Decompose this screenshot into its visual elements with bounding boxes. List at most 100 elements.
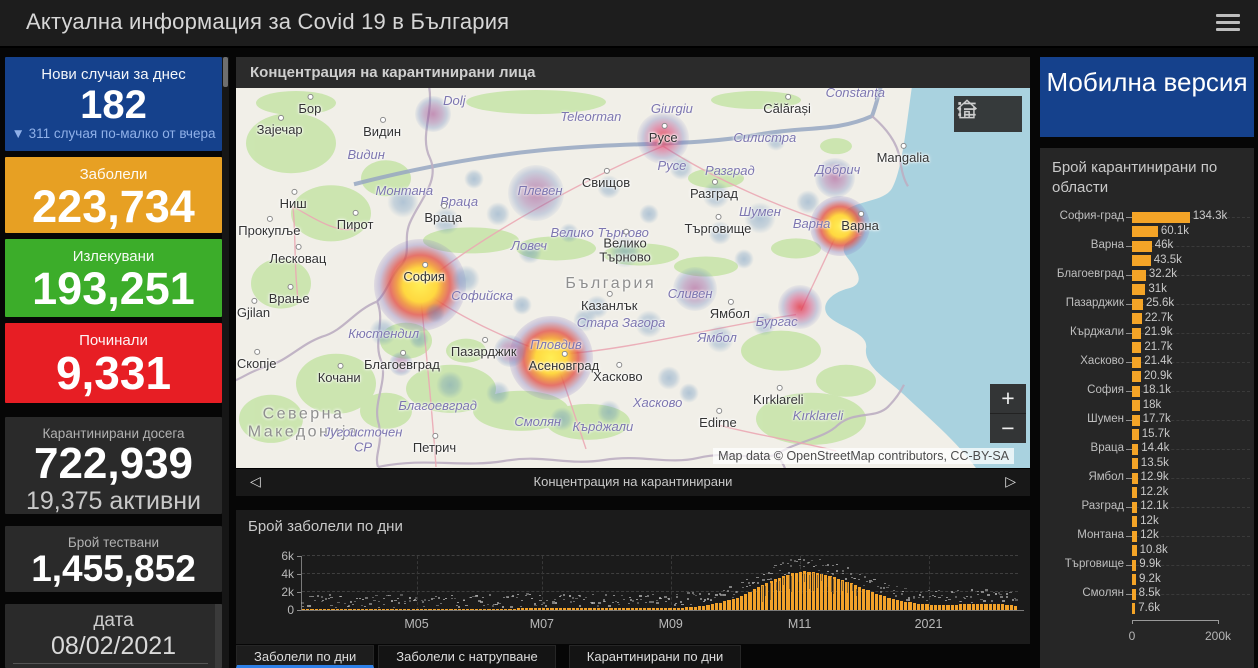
region-bar[interactable] (1132, 299, 1143, 310)
card-scrollbar[interactable] (215, 604, 222, 668)
regions-chart-rows: София-град134.3k60.1kВарна46k43.5kБлагое… (1040, 210, 1254, 650)
map-label: Călărași (763, 102, 811, 116)
region-bar[interactable] (1132, 545, 1137, 556)
daily-bar (757, 587, 760, 610)
daily-bar (913, 603, 916, 610)
daily-bar (513, 609, 516, 610)
data-label-scribble (999, 594, 1001, 595)
region-bar[interactable] (1132, 386, 1140, 397)
daily-bar (1010, 605, 1013, 610)
left-scrollbar[interactable] (222, 57, 229, 668)
data-label-scribble (1000, 596, 1002, 597)
dashboard: Актуална информация за Covid 19 в Българ… (0, 0, 1258, 668)
map-label: Хасково (593, 370, 642, 384)
zoom-out-button[interactable]: − (990, 413, 1026, 443)
region-bar[interactable] (1132, 487, 1137, 498)
region-label: Шумен (1040, 413, 1124, 425)
data-label-scribble (521, 600, 523, 601)
region-bar[interactable] (1132, 516, 1137, 527)
region-bar[interactable] (1132, 255, 1151, 266)
divider (13, 663, 208, 664)
data-label-scribble (628, 603, 630, 604)
data-label-scribble (409, 600, 411, 601)
data-label-scribble (621, 595, 623, 596)
region-bar[interactable] (1132, 502, 1137, 513)
region-bar[interactable] (1132, 574, 1136, 585)
stat-card-date: дата 08/02/2021 (5, 604, 222, 668)
legend-button[interactable] (988, 96, 1022, 132)
daily-bar (500, 609, 503, 610)
tab-daily-quarantined[interactable]: Карантинирани по дни (569, 645, 742, 668)
region-value-label: 8.5k (1139, 587, 1161, 599)
daily-bar (458, 609, 461, 610)
tab-cumulative-cases[interactable]: Заболели с натрупване (378, 645, 556, 668)
zoom-in-button[interactable]: + (990, 384, 1026, 413)
data-label-scribble (918, 597, 920, 598)
data-label-scribble (847, 567, 849, 568)
quarantine-heatmap[interactable]: БорЗајечарВидинВидинНишПиротПрокупљеЛеск… (236, 88, 1030, 469)
daily-bar (496, 609, 499, 610)
region-bar[interactable] (1132, 357, 1141, 368)
data-label-scribble (919, 594, 921, 595)
map-label: Плевен (518, 184, 563, 198)
region-bar[interactable] (1132, 458, 1138, 469)
data-label-scribble (675, 603, 677, 604)
mobile-version-button[interactable]: Мобилна версия (1040, 57, 1254, 137)
region-bar[interactable] (1132, 603, 1135, 614)
region-bar[interactable] (1132, 473, 1138, 484)
data-label-scribble (451, 598, 453, 599)
daily-bar (449, 609, 452, 610)
data-label-scribble (520, 606, 522, 607)
map-label: Сливен (668, 287, 713, 301)
region-bar[interactable] (1132, 270, 1146, 281)
data-label-scribble (378, 607, 380, 608)
map-label: Ямбол (710, 307, 750, 321)
region-bar[interactable] (1132, 429, 1139, 440)
data-label-scribble (354, 601, 356, 602)
data-label-scribble (330, 605, 332, 606)
region-bar[interactable] (1132, 531, 1137, 542)
stat-label: Нови случаи за днес (5, 66, 222, 83)
region-bar[interactable] (1132, 342, 1141, 353)
region-bar[interactable] (1132, 284, 1145, 295)
region-value-label: 21.7k (1144, 341, 1172, 353)
map-label: Видин (347, 148, 384, 162)
data-label-scribble (770, 573, 772, 574)
region-value-label: 13.5k (1141, 457, 1169, 469)
data-label-scribble (727, 590, 729, 591)
region-bar[interactable] (1132, 226, 1158, 237)
data-label-scribble (454, 598, 456, 599)
region-bar[interactable] (1132, 371, 1141, 382)
data-label-scribble (482, 597, 484, 598)
region-bar[interactable] (1132, 313, 1142, 324)
region-bar[interactable] (1132, 400, 1140, 411)
region-bar[interactable] (1132, 589, 1136, 600)
daily-bar (572, 608, 575, 610)
data-label-scribble (783, 578, 784, 585)
carousel-next-icon[interactable]: ▷ (999, 473, 1022, 490)
map-label: Софийска (451, 288, 513, 302)
data-label-scribble (774, 565, 776, 566)
map-label: Хасково (633, 396, 683, 410)
region-bar[interactable] (1132, 328, 1141, 339)
data-label-scribble (762, 586, 763, 601)
hamburger-menu-icon[interactable] (1216, 14, 1240, 32)
region-bar[interactable] (1132, 560, 1136, 571)
region-bar[interactable] (1132, 415, 1140, 426)
data-label-scribble (763, 574, 765, 575)
daily-bar (892, 599, 895, 610)
data-label-scribble (957, 590, 959, 591)
data-label-scribble (687, 592, 689, 593)
daily-bar (677, 608, 680, 610)
tab-daily-cases[interactable]: Заболели по дни (236, 645, 374, 668)
daily-bar (487, 609, 490, 610)
daily-bar (386, 609, 389, 610)
stat-value: 193,251 (5, 265, 222, 312)
daily-bar (639, 608, 642, 610)
daily-bar (614, 608, 617, 610)
region-bar[interactable] (1132, 212, 1190, 223)
data-label-scribble (880, 587, 882, 588)
region-bar[interactable] (1132, 241, 1152, 252)
data-label-scribble (901, 593, 903, 594)
region-bar[interactable] (1132, 444, 1138, 455)
